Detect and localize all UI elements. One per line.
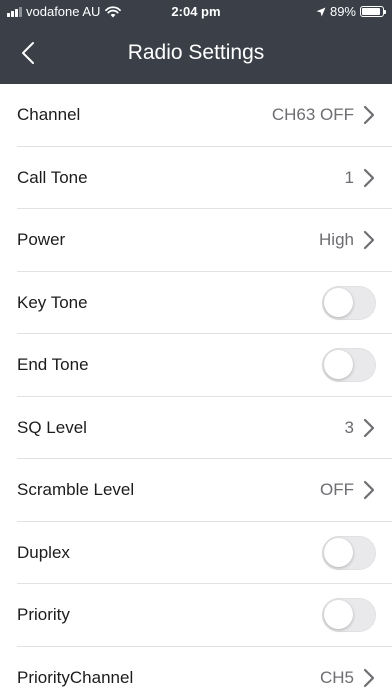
battery-icon (360, 6, 386, 17)
chevron-right-icon (363, 668, 375, 687)
toggle-knob (324, 600, 353, 630)
setting-label: Duplex (17, 542, 70, 562)
setting-row-priority-channel[interactable]: PriorityChannel CH5 (0, 646, 392, 696)
settings-list: Channel CH63 OFF Call Tone 1 Power High … (0, 84, 392, 696)
setting-label: Priority (17, 605, 70, 625)
nav-bar: Radio Settings (0, 22, 392, 84)
setting-label: Key Tone (17, 292, 88, 312)
chevron-right-icon (363, 481, 375, 500)
toggle-knob (324, 287, 353, 317)
setting-row-power[interactable]: Power High (0, 209, 392, 272)
setting-label: PriorityChannel (17, 667, 134, 687)
battery-percent: 89% (329, 4, 356, 19)
setting-label: Call Tone (17, 167, 88, 187)
chevron-right-icon (363, 231, 375, 250)
toggle-knob (324, 350, 353, 380)
setting-row-scramble-level[interactable]: Scramble Level OFF (0, 459, 392, 522)
key-tone-toggle[interactable] (322, 285, 376, 320)
setting-value: 1 (344, 167, 354, 187)
page-title: Radio Settings (127, 41, 265, 64)
setting-label: SQ Level (17, 417, 87, 437)
toggle-knob (324, 537, 353, 567)
duplex-toggle[interactable] (322, 535, 376, 570)
setting-label: Scramble Level (17, 480, 135, 500)
end-tone-toggle[interactable] (322, 348, 376, 383)
setting-label: Power (17, 230, 66, 250)
setting-label: End Tone (17, 355, 89, 375)
chevron-right-icon (363, 418, 375, 437)
setting-label: Channel (17, 105, 81, 125)
setting-row-sq-level[interactable]: SQ Level 3 (0, 396, 392, 459)
setting-value: 3 (344, 417, 354, 437)
priority-toggle[interactable] (322, 598, 376, 633)
setting-value: OFF (320, 480, 354, 500)
setting-row-end-tone: End Tone (0, 334, 392, 397)
battery-fill (362, 8, 380, 15)
setting-row-key-tone: Key Tone (0, 271, 392, 334)
chevron-right-icon (363, 168, 375, 187)
setting-value: CH63 OFF (271, 105, 354, 125)
setting-row-priority: Priority (0, 584, 392, 647)
setting-row-channel[interactable]: Channel CH63 OFF (0, 84, 392, 147)
location-arrow-icon (316, 7, 326, 16)
setting-row-duplex: Duplex (0, 521, 392, 584)
status-right: 89% (316, 4, 386, 19)
chevron-right-icon (363, 106, 375, 125)
setting-value: High (319, 230, 354, 250)
setting-value: CH5 (319, 667, 354, 687)
status-bar: vodafone AU 2:04 pm 89% (0, 0, 392, 22)
setting-row-call-tone[interactable]: Call Tone 1 (0, 146, 392, 209)
